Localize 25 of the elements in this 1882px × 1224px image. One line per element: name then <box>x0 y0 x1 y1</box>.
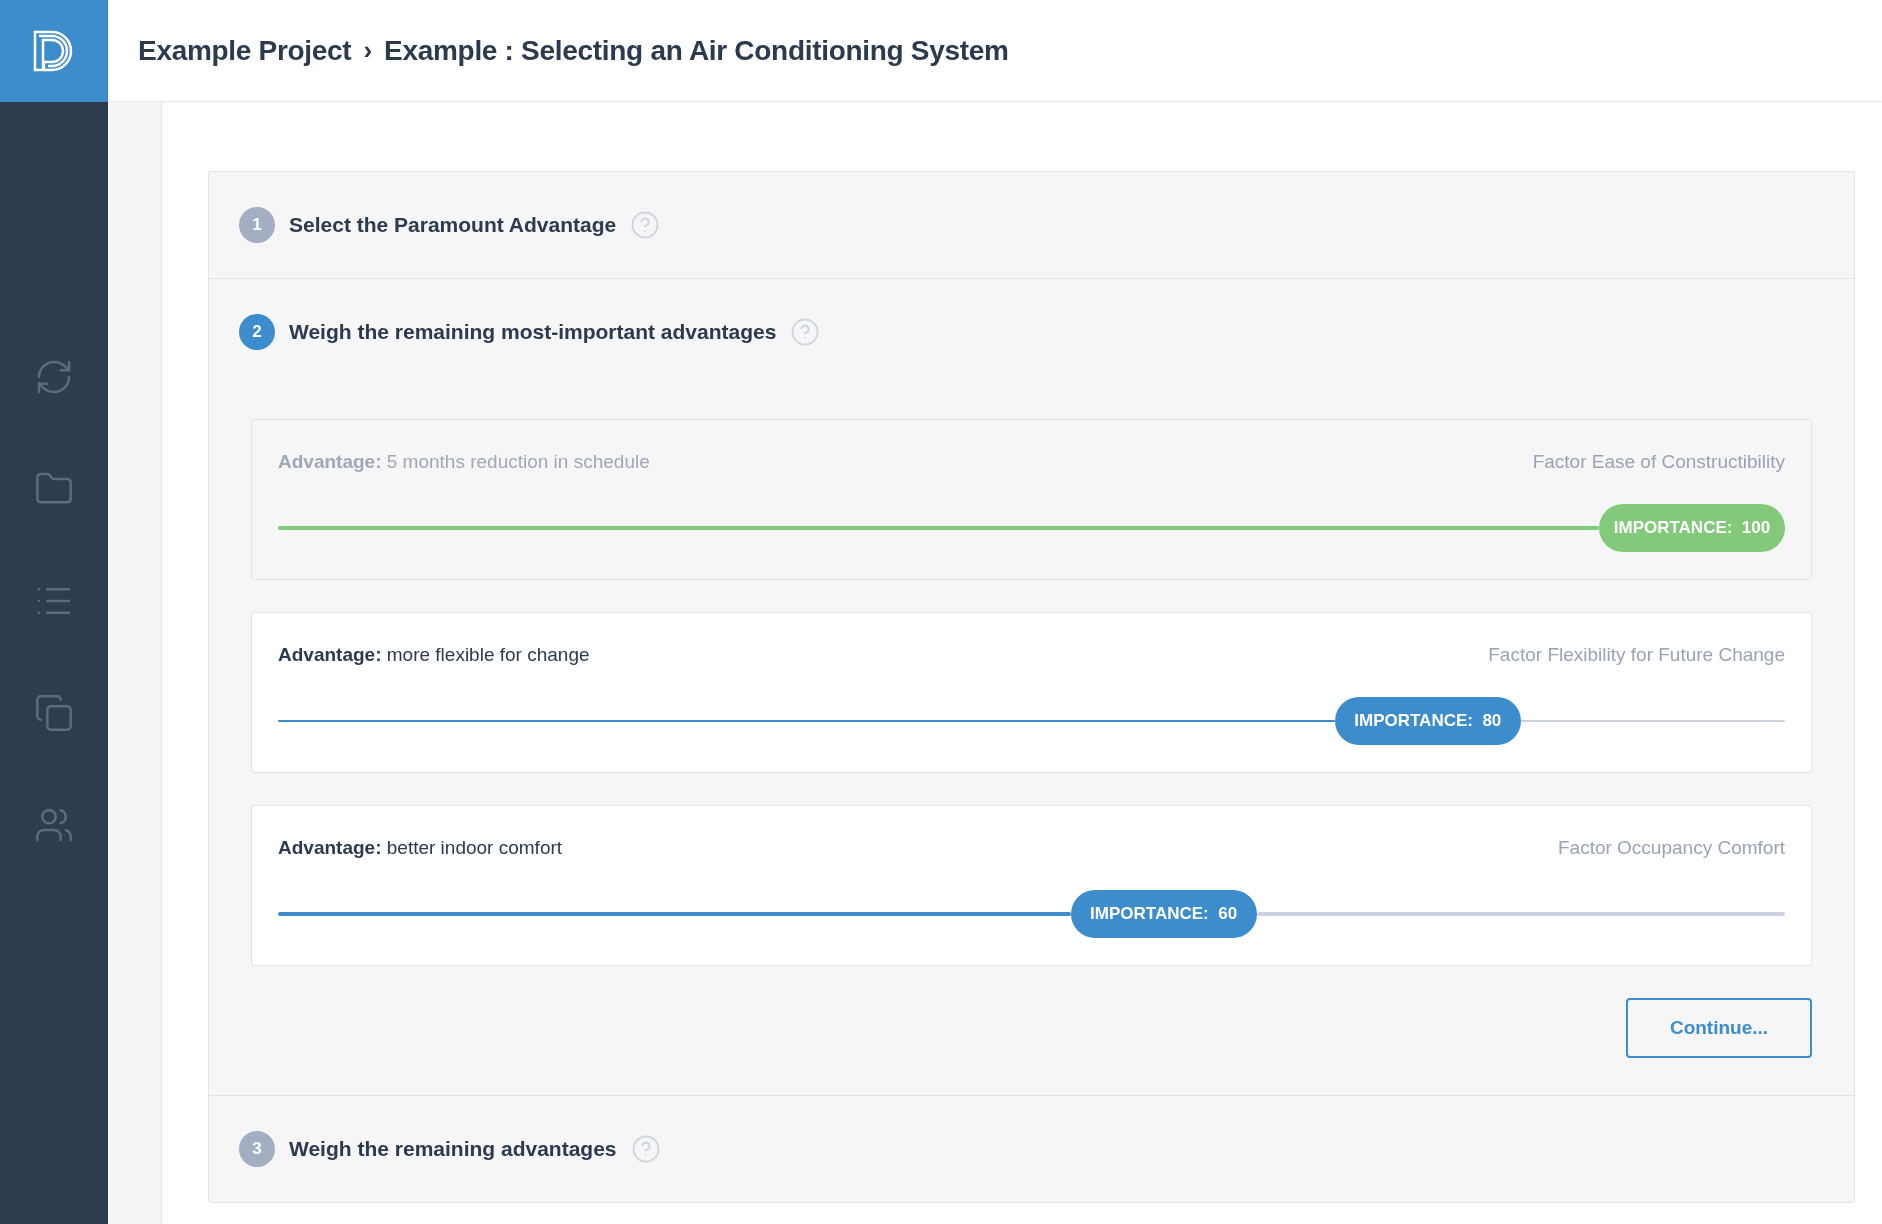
step-title[interactable]: Weigh the remaining advantages <box>289 1137 617 1161</box>
importance-slider[interactable]: IMPORTANCE: 80 <box>278 697 1785 745</box>
step-number: 2 <box>239 314 275 350</box>
advantage-text: Advantage: more flexible for change <box>278 644 590 666</box>
breadcrumb-separator: › <box>363 35 373 66</box>
importance-handle[interactable]: IMPORTANCE: 80 <box>1334 697 1521 745</box>
factor-label: Factor Ease of Constructibility <box>1532 451 1785 473</box>
help-icon[interactable] <box>630 210 661 240</box>
importance-slider[interactable]: IMPORTANCE: 60 <box>278 890 1785 938</box>
step-title[interactable]: Select the Paramount Advantage <box>289 213 617 237</box>
help-icon[interactable] <box>790 317 821 347</box>
breadcrumb-item: Example : Selecting an Air Conditioning System <box>384 34 1009 67</box>
step-number: 1 <box>239 207 275 243</box>
factor-label: Factor Occupancy Comfort <box>1557 837 1785 859</box>
continue-button[interactable]: Continue... <box>1626 998 1812 1058</box>
logo[interactable] <box>0 0 108 102</box>
factor-label: Factor Flexibility for Future Change <box>1488 644 1785 666</box>
advantage-text: Advantage: 5 months reduction in schedule <box>278 451 650 473</box>
breadcrumb-item[interactable]: Example Project <box>138 34 352 67</box>
step-title[interactable]: Weigh the remaining most-important advantages <box>289 320 777 344</box>
step-number: 3 <box>239 1131 275 1167</box>
importance-handle[interactable]: IMPORTANCE: 60 <box>1070 890 1257 938</box>
advantage-text: Advantage: better indoor comfort <box>278 837 563 859</box>
copy-icon[interactable] <box>34 693 74 733</box>
help-icon[interactable] <box>630 1134 661 1164</box>
